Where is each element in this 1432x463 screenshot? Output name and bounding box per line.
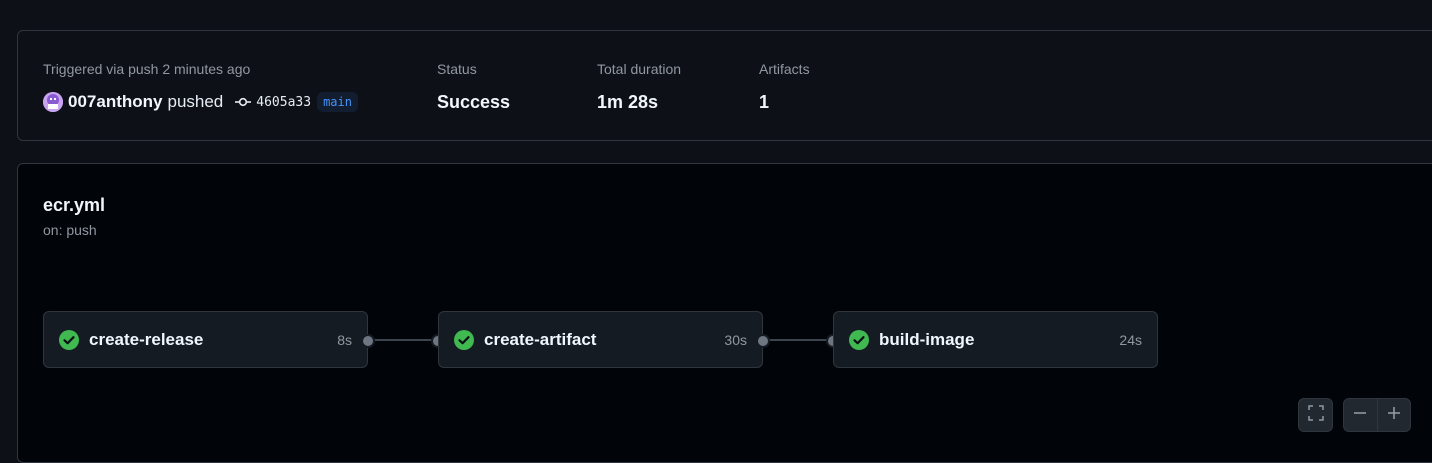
status-info: Status Success: [437, 60, 510, 113]
check-circle-fill-icon: [59, 329, 79, 350]
push-action-text: pushed: [167, 92, 224, 111]
artifacts-info: Artifacts 1: [759, 60, 810, 113]
job-connector: [370, 339, 438, 341]
branch-label[interactable]: main: [317, 92, 358, 112]
duration-value: 1m 28s: [597, 92, 659, 112]
job-build-image[interactable]: build-image 24s: [833, 311, 1158, 368]
git-commit-icon: [235, 94, 252, 110]
workflow-name: ecr.yml: [43, 195, 106, 215]
commit-author-link[interactable]: 007anthony: [68, 92, 162, 112]
duration-info: Total duration 1m 28s: [597, 60, 681, 113]
job-name: create-artifact: [484, 329, 597, 349]
commit-sha-link[interactable]: 4605a33: [256, 95, 311, 110]
zoom-controls: [1343, 398, 1411, 432]
job-create-artifact[interactable]: create-artifact 30s: [438, 311, 763, 368]
job-duration: 8s: [337, 331, 352, 348]
fullscreen-icon: [1307, 404, 1324, 426]
fullscreen-button[interactable]: [1298, 398, 1333, 432]
job-duration: 30s: [724, 331, 747, 348]
trigger-info: Triggered via push 2 minutes ago 007anth…: [43, 60, 358, 113]
job-output-port: [361, 334, 375, 348]
job-create-release[interactable]: create-release 8s: [43, 311, 368, 368]
workflow-trigger: on: push: [43, 222, 97, 238]
check-circle-fill-icon: [849, 329, 869, 350]
workflow-graph-panel: ecr.yml on: push create-release 8s creat…: [17, 163, 1432, 463]
plus-icon: [1387, 406, 1401, 425]
job-name: build-image: [879, 329, 975, 349]
minus-icon: [1353, 406, 1367, 425]
user-avatar[interactable]: [43, 92, 63, 112]
check-circle-fill-icon: [454, 329, 474, 350]
job-name: create-release: [89, 329, 204, 349]
artifacts-label: Artifacts: [759, 61, 810, 77]
status-value: Success: [437, 92, 511, 112]
job-output-port: [756, 334, 770, 348]
trigger-label: Triggered via push 2 minutes ago: [43, 61, 251, 77]
run-summary-panel: Triggered via push 2 minutes ago 007anth…: [17, 30, 1432, 141]
job-connector: [765, 339, 833, 341]
zoom-in-button[interactable]: [1377, 399, 1410, 431]
duration-label: Total duration: [597, 61, 682, 77]
status-label: Status: [437, 61, 477, 77]
artifacts-value[interactable]: 1: [759, 91, 810, 113]
zoom-out-button[interactable]: [1344, 399, 1377, 431]
job-duration: 24s: [1119, 331, 1142, 348]
